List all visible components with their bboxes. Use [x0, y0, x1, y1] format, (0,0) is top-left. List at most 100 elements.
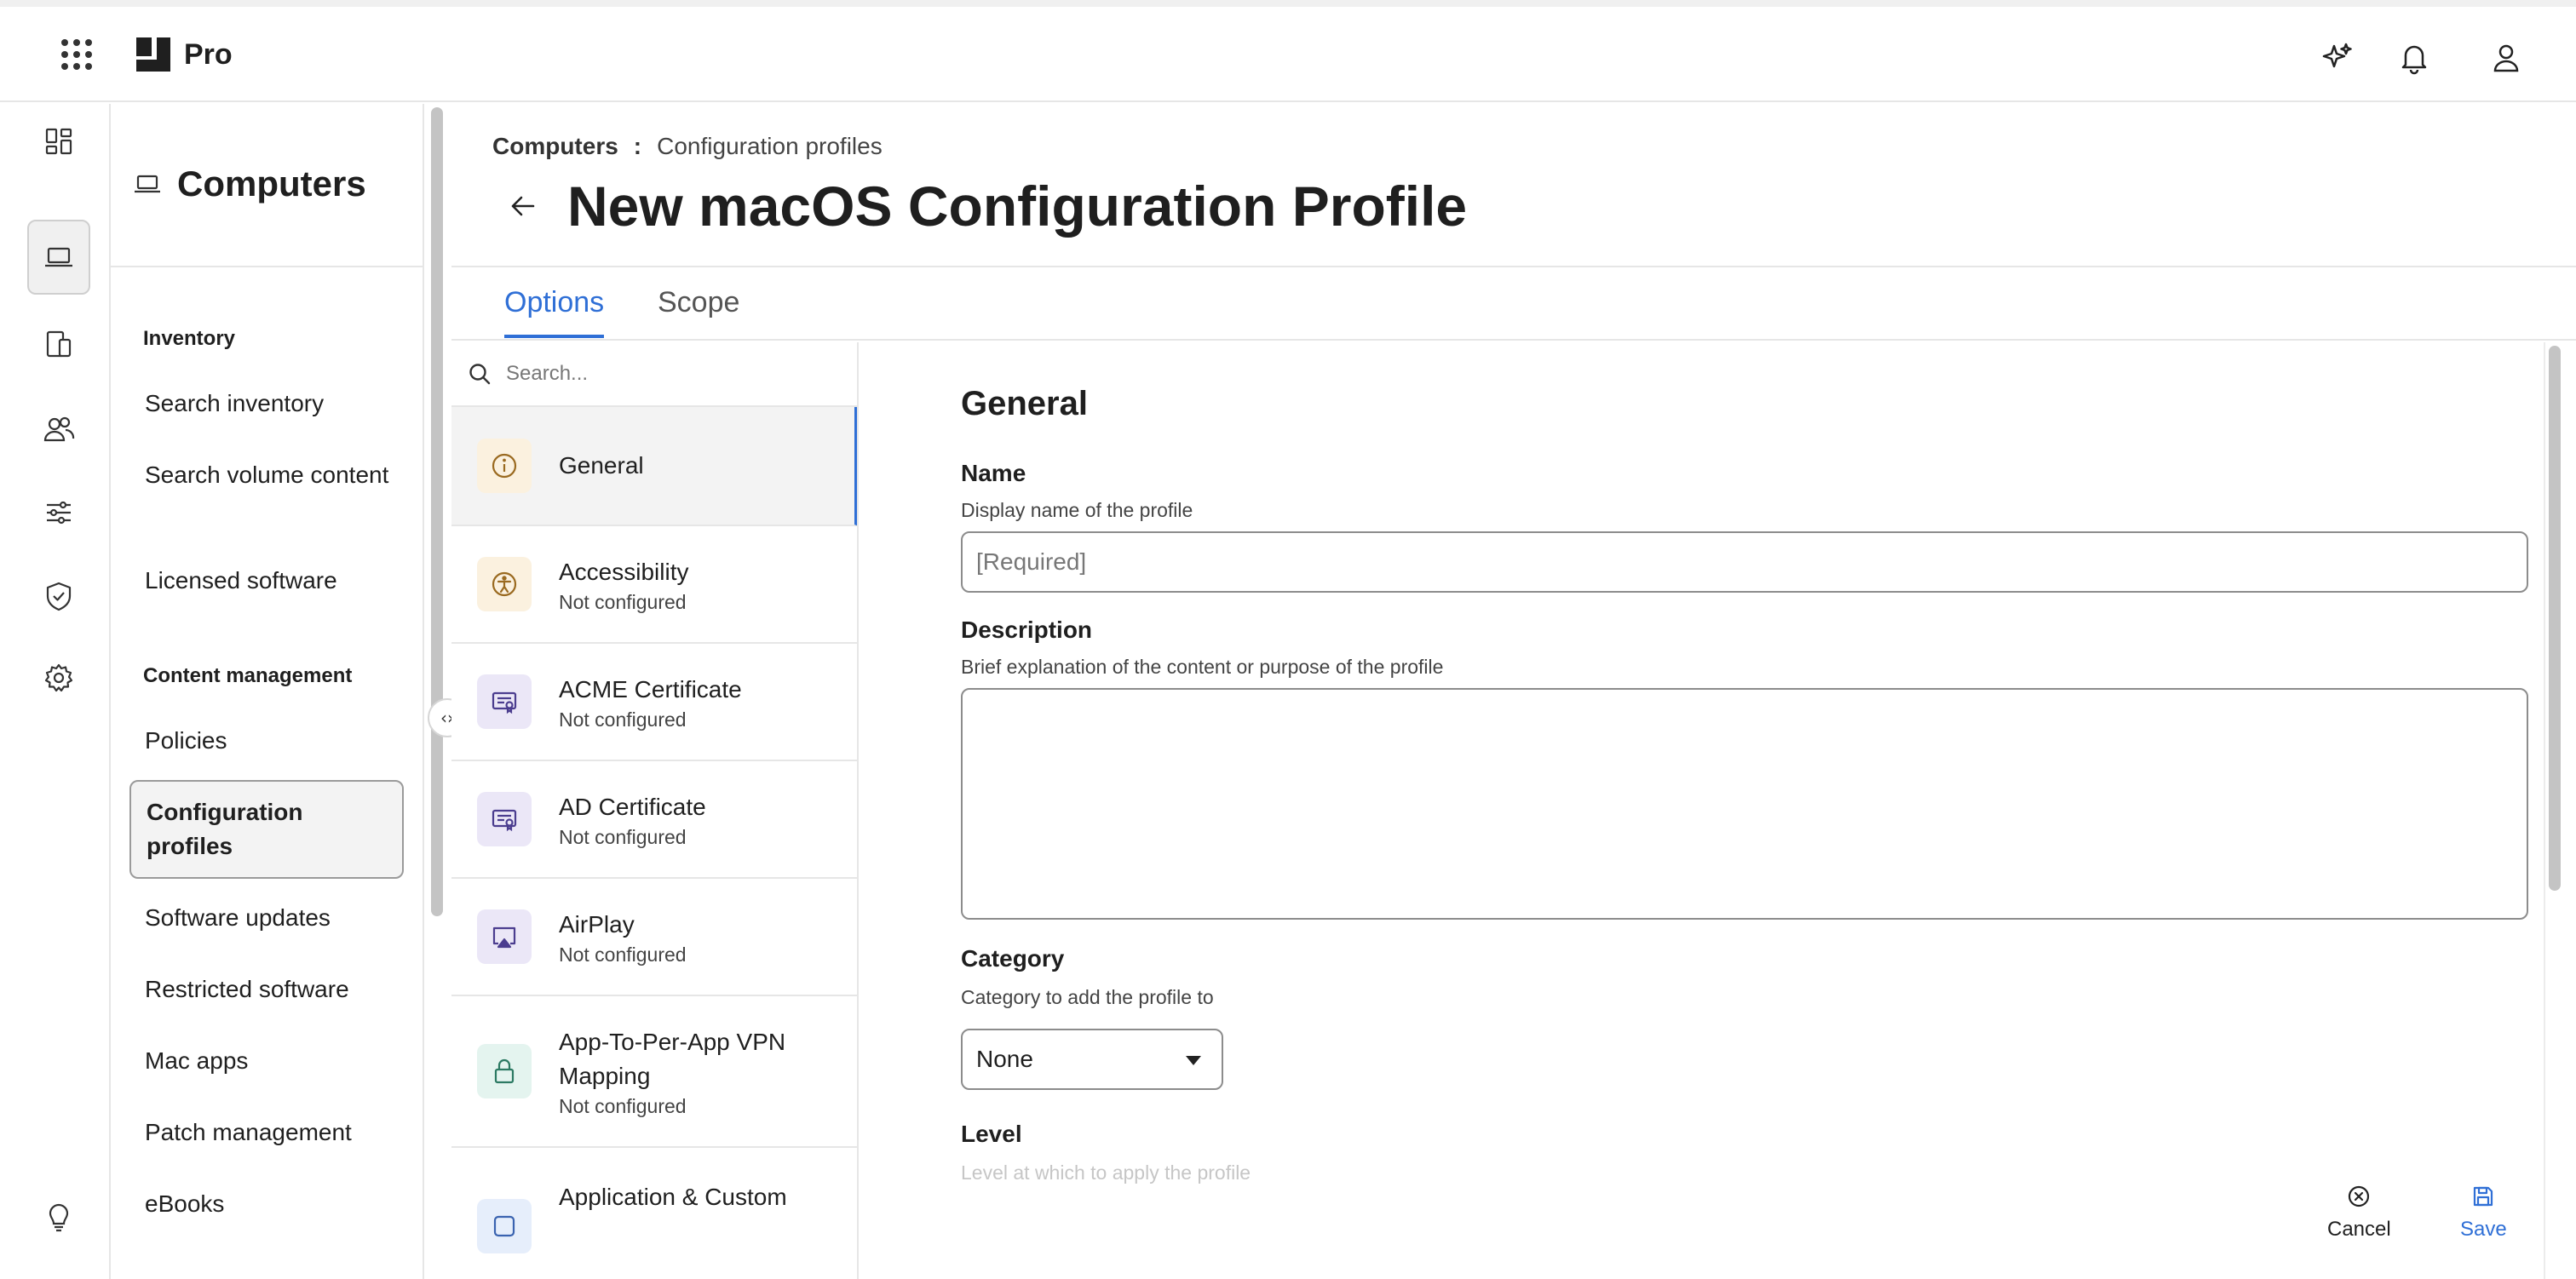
payload-item-general[interactable]: General [451, 407, 857, 526]
nav-item-licensed-software[interactable]: Licensed software [145, 564, 392, 598]
payload-text: AirPlay Not configured [559, 908, 840, 966]
brand-logo-icon [136, 37, 170, 72]
laptop-icon [135, 175, 160, 193]
payload-list: General Accessibility Not configured ACM… [451, 407, 857, 1279]
nav-section-inventory: Inventory [143, 327, 236, 350]
certificate-icon [492, 809, 517, 832]
payload-item-ad-certificate[interactable]: AD Certificate Not configured [451, 761, 857, 879]
breadcrumb-separator: : [633, 133, 642, 159]
payload-icon-tile [477, 792, 532, 846]
payload-status: Not configured [559, 1094, 687, 1117]
back-arrow-icon[interactable] [506, 189, 540, 223]
form-scrollbar[interactable] [2549, 346, 2561, 891]
caret-down-icon [1186, 1056, 1201, 1065]
payload-item-application-custom[interactable]: Application & Custom [451, 1148, 857, 1279]
payload-status: Not configured [559, 825, 687, 848]
rail-ideas[interactable] [27, 1180, 90, 1255]
category-select[interactable]: None [961, 1029, 1223, 1090]
brand-name: Pro [184, 37, 233, 71]
nav-item-search-volume-content[interactable]: Search volume content [145, 458, 392, 492]
app-icon [493, 1215, 515, 1237]
form-section-title: General [961, 385, 1088, 422]
payload-item-acme-certificate[interactable]: ACME Certificate Not configured [451, 644, 857, 761]
user-icon[interactable] [2489, 41, 2523, 75]
nav-scrollbar[interactable] [431, 107, 443, 916]
rail-settings-sliders[interactable] [27, 475, 90, 550]
gear-icon [44, 663, 73, 692]
payload-name: AirPlay [559, 910, 635, 938]
rail-dashboard[interactable] [27, 104, 90, 179]
payload-status: Not configured [559, 590, 687, 613]
laptop-icon [45, 247, 72, 267]
payload-name: ACME Certificate [559, 675, 742, 703]
save-disk-icon [2474, 1186, 2493, 1207]
nav-item-patch-management[interactable]: Patch management [145, 1116, 392, 1150]
general-form: General Name Display name of the profile… [911, 342, 2576, 1279]
info-icon [492, 453, 517, 479]
save-button[interactable]: Save [2460, 1184, 2507, 1242]
name-input[interactable] [961, 531, 2528, 593]
nav-item-policies[interactable]: Policies [145, 724, 392, 758]
app-launcher-icon[interactable] [61, 39, 92, 70]
payload-status: Not configured [559, 708, 687, 731]
certificate-icon [492, 691, 517, 714]
nav-item-search-inventory[interactable]: Search inventory [145, 387, 392, 421]
tab-scope[interactable]: Scope [658, 286, 739, 335]
nav-title: Computers [177, 163, 366, 204]
page-title: New macOS Configuration Profile [567, 175, 1468, 238]
brand[interactable]: Pro [135, 36, 233, 73]
payload-icon-tile [477, 557, 532, 611]
description-help-text: Brief explanation of the content or purp… [961, 656, 1444, 678]
airplay-icon [492, 926, 516, 949]
search-icon [469, 364, 491, 385]
nav-item-ebooks[interactable]: eBooks [145, 1187, 392, 1221]
payload-icon-tile [477, 439, 532, 493]
description-label: Description [961, 617, 1093, 643]
bell-icon[interactable] [2397, 41, 2431, 75]
breadcrumb-current[interactable]: Configuration profiles [657, 133, 883, 160]
tab-options[interactable]: Options [504, 286, 605, 338]
payload-item-airplay[interactable]: AirPlay Not configured [451, 879, 857, 996]
payload-search [451, 342, 857, 407]
close-circle-icon [2349, 1185, 2370, 1207]
nav-item-software-updates[interactable]: Software updates [145, 901, 392, 935]
payload-item-accessibility[interactable]: Accessibility Not configured [451, 526, 857, 644]
computers-nav: Computers Inventory Search inventory Sea… [111, 104, 443, 1279]
rail-users[interactable] [27, 392, 90, 467]
top-bar: Pro [0, 0, 2576, 102]
description-textarea[interactable] [961, 688, 2528, 920]
nav-item-restricted-software[interactable]: Restricted software [145, 972, 392, 1007]
payload-text: AD Certificate Not configured [559, 790, 840, 849]
nav-section-content-management: Content management [143, 664, 353, 687]
payload-name: Accessibility [559, 558, 689, 585]
payload-text: Accessibility Not configured [559, 555, 840, 614]
nav-item-configuration-profiles[interactable]: Configuration profiles [129, 780, 404, 879]
payload-list-panel: General Accessibility Not configured [451, 342, 859, 1279]
payload-icon-tile [477, 909, 532, 964]
rail-security[interactable] [27, 559, 90, 634]
payload-item-app-to-per-app-vpn-mapping[interactable]: App-To-Per-App VPN Mapping Not configure… [451, 996, 857, 1148]
main-content: Computers : Configuration profiles New m… [451, 104, 2576, 1279]
payload-name: App-To-Per-App VPN Mapping [559, 1028, 786, 1089]
category-label: Category [961, 945, 1065, 972]
icon-rail [0, 104, 111, 1279]
category-help-text: Category to add the profile to [961, 986, 1214, 1008]
level-help-text: Level at which to apply the profile [961, 1161, 1251, 1184]
payload-icon-tile [477, 674, 532, 729]
lock-icon [494, 1058, 515, 1084]
rail-settings[interactable] [27, 640, 90, 715]
breadcrumb-parent[interactable]: Computers [492, 133, 618, 160]
payload-name: Application & Custom [559, 1184, 787, 1210]
dashboard-icon [45, 128, 72, 155]
shield-check-icon [46, 582, 72, 611]
name-label: Name [961, 460, 1026, 486]
cancel-label: Cancel [2327, 1218, 2391, 1241]
rail-computers[interactable] [27, 220, 90, 295]
nav-item-mac-apps[interactable]: Mac apps [145, 1044, 392, 1078]
accessibility-icon [492, 571, 517, 597]
payload-icon-tile [477, 1044, 532, 1098]
payload-search-input[interactable] [506, 362, 813, 386]
ai-sparkle-icon[interactable] [2320, 41, 2355, 75]
rail-devices[interactable] [27, 307, 90, 381]
cancel-button[interactable]: Cancel [2327, 1184, 2391, 1242]
